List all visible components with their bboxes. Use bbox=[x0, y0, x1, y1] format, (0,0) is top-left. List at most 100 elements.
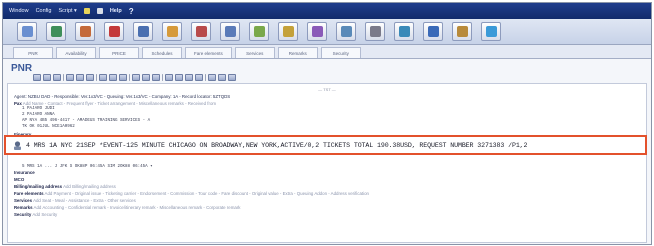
queue-icon[interactable] bbox=[278, 22, 298, 41]
menu-help[interactable]: Help bbox=[110, 8, 122, 14]
agent-line: Agent: NZBU DAD - Responsible: Ver.1x3/V… bbox=[14, 94, 231, 99]
toolbar-divider bbox=[63, 74, 64, 81]
pax-add-links[interactable]: Add Name - Contact - Frequent flyer - Ti… bbox=[23, 101, 216, 106]
group-icon[interactable] bbox=[132, 74, 140, 81]
car-icon[interactable] bbox=[104, 22, 124, 41]
header-separator: — TST — bbox=[318, 87, 336, 92]
cards-icon-glyph bbox=[398, 26, 410, 37]
person-icon-glyph bbox=[166, 26, 178, 37]
display-icon[interactable] bbox=[33, 74, 41, 81]
section-label: Insurance bbox=[14, 170, 35, 175]
pax-header: Pax Add Name - Contact - Frequent flyer … bbox=[14, 101, 216, 106]
settings-icon-glyph bbox=[369, 26, 381, 37]
section-remarks: Remarks Add Accounting - Confidential re… bbox=[14, 205, 240, 210]
settings-icon[interactable] bbox=[218, 74, 226, 81]
fare-icon[interactable] bbox=[109, 74, 117, 81]
tab-services[interactable]: Services bbox=[234, 47, 275, 58]
calendar-icon[interactable] bbox=[17, 22, 37, 41]
section-label: Remarks bbox=[14, 205, 33, 210]
queue-icon[interactable] bbox=[86, 74, 94, 81]
profile-icon-glyph bbox=[195, 26, 207, 37]
ticket-icon-glyph bbox=[224, 26, 236, 37]
ticket-icon[interactable] bbox=[99, 74, 107, 81]
tab-security[interactable]: Security bbox=[320, 47, 361, 58]
history-icon[interactable] bbox=[119, 74, 127, 81]
help-question-icon[interactable]: ? bbox=[129, 7, 134, 16]
segment-handle-icon[interactable] bbox=[12, 140, 23, 151]
ignore-icon[interactable] bbox=[165, 74, 173, 81]
save-icon[interactable] bbox=[43, 74, 51, 81]
queue-icon-glyph bbox=[282, 26, 294, 37]
section-add-links[interactable]: Add Billing/mailing address bbox=[63, 184, 116, 189]
car-icon-glyph bbox=[108, 26, 120, 37]
menu-config[interactable]: Config bbox=[36, 8, 52, 14]
print-icon[interactable] bbox=[53, 74, 61, 81]
help-icon[interactable] bbox=[481, 22, 501, 41]
close-icon[interactable] bbox=[228, 74, 236, 81]
toolbar-divider bbox=[205, 74, 206, 81]
page-title: PNR bbox=[11, 63, 33, 74]
info-icon[interactable] bbox=[208, 74, 216, 81]
settings-icon[interactable] bbox=[365, 22, 385, 41]
section-label: Services bbox=[14, 198, 33, 203]
toolbar-divider bbox=[129, 74, 130, 81]
pax-line: TK OK 01JUL NCE1A0962 bbox=[22, 125, 75, 129]
hotel-icon[interactable] bbox=[75, 22, 95, 41]
tab-schedules[interactable]: Schedules bbox=[142, 47, 182, 58]
tab-pnr[interactable]: PNR bbox=[13, 47, 53, 58]
copy-icon[interactable] bbox=[66, 74, 74, 81]
highlighted-segment-row[interactable]: 4 MRS 1A NYC 21SEP *EVENT-125 MINUTE CHI… bbox=[4, 135, 647, 155]
toolbar-divider bbox=[162, 74, 163, 81]
notes-icon[interactable] bbox=[452, 22, 472, 41]
section-insurance: Insurance bbox=[14, 170, 35, 175]
section-add-links[interactable]: Add Accounting - Confidential remark - I… bbox=[34, 205, 241, 210]
document-icon[interactable] bbox=[307, 22, 327, 41]
edit-icon[interactable] bbox=[83, 8, 90, 14]
pnr-toolbar bbox=[33, 73, 236, 82]
document-icon-glyph bbox=[311, 26, 323, 37]
tab-availability[interactable]: Availability bbox=[56, 47, 96, 58]
itinerary-row[interactable]: 5 MRS 1A ... J JFK S OK88P 06:45A SIM 2O… bbox=[22, 163, 153, 169]
globe-icon[interactable] bbox=[46, 22, 66, 41]
map-icon[interactable] bbox=[249, 22, 269, 41]
calendar-icon-glyph bbox=[21, 26, 33, 37]
ship-icon-glyph bbox=[137, 26, 149, 37]
notes-icon[interactable] bbox=[195, 74, 203, 81]
calendar-icon[interactable] bbox=[185, 74, 193, 81]
split-icon[interactable] bbox=[76, 74, 84, 81]
hotel-icon-glyph bbox=[79, 26, 91, 37]
section-label: MCO bbox=[14, 177, 25, 182]
tab-fare-elements[interactable]: Fare elements bbox=[185, 47, 232, 58]
pax-line: 2 PAJARO ANNA bbox=[22, 113, 55, 117]
notes-icon-glyph bbox=[456, 26, 468, 37]
end-transaction-icon[interactable] bbox=[175, 74, 183, 81]
pax-label: Pax bbox=[14, 101, 22, 106]
section-label: Billing/mailing address bbox=[14, 184, 63, 189]
profile-icon[interactable] bbox=[191, 22, 211, 41]
pnr-content: — TST — Agent: NZBU DAD - Responsible: V… bbox=[7, 83, 647, 243]
section-add-links[interactable]: Add Seat - Meal - Assistance - Extra - O… bbox=[33, 198, 136, 203]
section-services: Services Add Seat - Meal - Assistance - … bbox=[14, 198, 136, 203]
ship-icon[interactable] bbox=[133, 22, 153, 41]
menu-script[interactable]: Script ▾ bbox=[58, 8, 76, 14]
section-add-links[interactable]: Add Security bbox=[32, 212, 57, 217]
print-icon[interactable] bbox=[96, 8, 103, 14]
section-billing: Billing/mailing address Add Billing/mail… bbox=[14, 184, 116, 189]
section-add-links[interactable]: Add Payment - Original issue - Ticketing… bbox=[45, 191, 369, 196]
tab-remarks[interactable]: Remarks bbox=[277, 47, 318, 58]
ticket-icon[interactable] bbox=[220, 22, 240, 41]
menu-window[interactable]: Window bbox=[9, 8, 29, 14]
globe-icon-glyph bbox=[50, 26, 62, 37]
segment-text: 4 MRS 1A NYC 21SEP *EVENT-125 MINUTE CHI… bbox=[26, 141, 528, 149]
app-window: Window Config Script ▾ Help ? PNR Availab… bbox=[2, 2, 652, 245]
refresh-icon[interactable] bbox=[142, 74, 150, 81]
main-toolbar bbox=[3, 19, 651, 45]
report-icon[interactable] bbox=[336, 22, 356, 41]
help-icon-glyph bbox=[485, 26, 497, 37]
tab-price[interactable]: PRICE bbox=[99, 47, 139, 58]
cards-icon[interactable] bbox=[394, 22, 414, 41]
info-icon[interactable] bbox=[423, 22, 443, 41]
tab-bar: PNR Availability PRICE Schedules Fare elemen… bbox=[3, 45, 651, 59]
search-icon[interactable] bbox=[152, 74, 160, 81]
person-icon[interactable] bbox=[162, 22, 182, 41]
